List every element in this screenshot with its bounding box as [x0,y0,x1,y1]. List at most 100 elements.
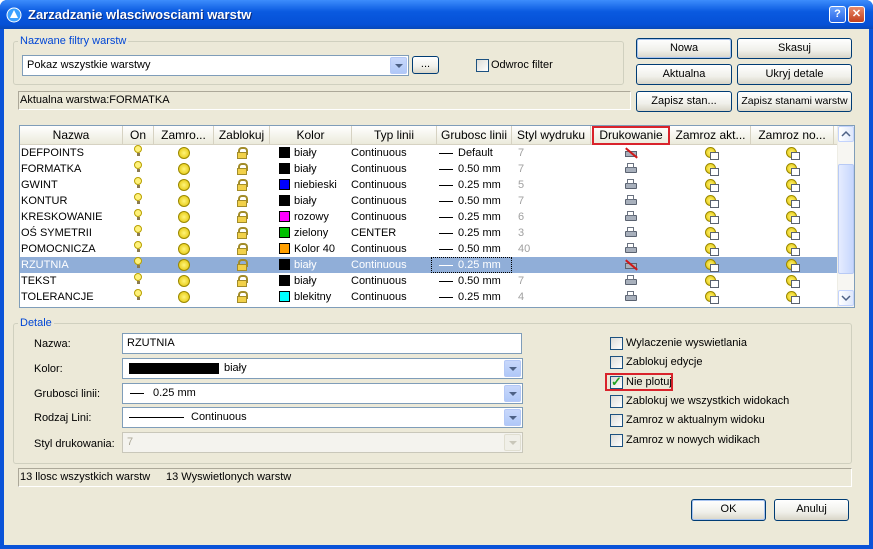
light-bulb-icon[interactable] [134,209,143,220]
new-layer-button[interactable]: Nowa [636,38,732,59]
table-row[interactable]: KRESKOWANIE rozowy Continuous 0.25 mm 6 [20,209,838,225]
layer-plot-cell[interactable] [592,225,670,241]
new-viewport-sun-icon[interactable] [786,147,800,161]
layer-freeze-cell[interactable] [154,193,214,209]
layer-lock-cell[interactable] [214,193,270,209]
invert-filter-checkbox[interactable] [476,59,489,72]
new-viewport-sun-icon[interactable] [786,179,800,193]
name-input[interactable]: RZUTNIA [122,333,522,354]
layer-on-cell[interactable] [123,241,154,257]
layer-on-cell[interactable] [123,257,154,273]
unlock-icon[interactable] [236,259,248,272]
unlock-icon[interactable] [236,147,248,160]
option-5[interactable]: Zamroz w nowych widikach [606,432,806,450]
layer-new-vp-freeze-cell[interactable] [751,177,834,193]
layer-freeze-cell[interactable] [154,161,214,177]
sun-icon[interactable] [178,227,190,240]
scroll-down-button[interactable] [838,290,854,306]
title-bar[interactable]: Zarzadzanie wlasciwosciami warstw ? ✕ [0,0,873,29]
new-viewport-sun-icon[interactable] [786,259,800,273]
layer-freeze-cell[interactable] [154,145,214,161]
sun-icon[interactable] [178,275,190,288]
column-header-vp-freeze[interactable]: Zamroz akt... [671,126,751,145]
column-header-plotstyle[interactable]: Styl wydruku [512,126,591,145]
unlock-icon[interactable] [236,243,248,256]
layer-lock-cell[interactable] [214,241,270,257]
layer-color-cell[interactable]: biały [279,193,352,209]
sun-icon[interactable] [178,179,190,192]
close-button[interactable]: ✕ [848,6,865,23]
new-viewport-sun-icon[interactable] [786,163,800,177]
layer-color-cell[interactable]: biały [279,257,352,273]
viewport-sun-icon[interactable] [704,195,719,209]
layer-freeze-cell[interactable] [154,177,214,193]
column-header-lineweight[interactable]: Grubosc linii [437,126,512,145]
layer-lock-cell[interactable] [214,145,270,161]
layer-lineweight-cell[interactable]: 0.25 mm [431,225,512,241]
layer-plot-cell[interactable] [592,257,670,273]
layer-freeze-cell[interactable] [154,241,214,257]
layer-linetype-cell[interactable]: Continuous [351,145,437,161]
help-button[interactable]: ? [829,6,846,23]
column-header-plot[interactable]: Drukowanie [592,126,670,145]
sun-icon[interactable] [178,243,190,256]
sun-icon[interactable] [178,195,190,208]
layer-color-cell[interactable]: rozowy [279,209,352,225]
option-3[interactable]: Zablokuj we wszystkich widokach [606,393,806,411]
light-bulb-icon[interactable] [134,257,143,268]
layer-lock-cell[interactable] [214,225,270,241]
state-manager-button[interactable]: Zapisz stanami warstw [737,91,852,112]
layer-freeze-cell[interactable] [154,257,214,273]
column-header-color[interactable]: Kolor [270,126,352,145]
unlock-icon[interactable] [236,211,248,224]
layer-new-vp-freeze-cell[interactable] [751,209,834,225]
option-1[interactable]: Zablokuj edycje [606,354,806,372]
option-checkbox[interactable] [610,337,623,350]
layer-color-cell[interactable]: Kolor 40 [279,241,352,257]
printer-icon[interactable] [624,195,638,207]
light-bulb-icon[interactable] [134,289,143,300]
table-row[interactable]: DEFPOINTS biały Continuous Default 7 [20,145,838,161]
table-row[interactable]: TEKST biały Continuous 0.50 mm 7 [20,273,838,289]
sun-icon[interactable] [178,147,190,160]
color-select[interactable]: biały [122,358,523,379]
viewport-sun-icon[interactable] [704,243,719,257]
layer-linetype-cell[interactable]: Continuous [351,289,437,305]
viewport-sun-icon[interactable] [704,147,719,161]
layer-vp-freeze-cell[interactable] [671,193,751,209]
linetype-select[interactable]: Continuous [122,407,523,428]
option-0[interactable]: Wylaczenie wyswietlania [606,335,806,353]
layer-linetype-cell[interactable]: Continuous [351,161,437,177]
option-checkbox[interactable] [610,395,623,408]
scroll-thumb[interactable] [838,164,854,274]
column-header-name[interactable]: Nazwa [20,126,123,145]
printer-icon[interactable] [624,243,638,255]
layer-new-vp-freeze-cell[interactable] [751,289,834,305]
layer-vp-freeze-cell[interactable] [671,177,751,193]
layer-lineweight-cell[interactable]: 0.25 mm [431,289,512,305]
layer-on-cell[interactable] [123,193,154,209]
sun-icon[interactable] [178,259,190,272]
list-scrollbar[interactable] [837,126,854,307]
chevron-down-icon[interactable] [504,385,521,402]
set-current-button[interactable]: Aktualna [636,64,732,85]
layer-lineweight-cell[interactable]: 0.50 mm [431,241,512,257]
layer-plot-cell[interactable] [592,273,670,289]
layer-vp-freeze-cell[interactable] [671,257,751,273]
filter-browse-button[interactable]: ... [412,56,439,74]
layer-plot-cell[interactable] [592,145,670,161]
layer-on-cell[interactable] [123,289,154,305]
cancel-button[interactable]: Anuluj [774,499,849,521]
column-header-lock[interactable]: Zablokuj [214,126,270,145]
layer-freeze-cell[interactable] [154,289,214,305]
light-bulb-icon[interactable] [134,225,143,236]
new-viewport-sun-icon[interactable] [786,243,800,257]
layer-plot-cell[interactable] [592,193,670,209]
layer-vp-freeze-cell[interactable] [671,161,751,177]
layer-lock-cell[interactable] [214,161,270,177]
layer-lineweight-cell[interactable]: 0.50 mm [431,273,512,289]
table-row[interactable]: KONTUR biały Continuous 0.50 mm 7 [20,193,838,209]
layer-on-cell[interactable] [123,177,154,193]
ok-button[interactable]: OK [691,499,766,521]
delete-layer-button[interactable]: Skasuj [737,38,852,59]
